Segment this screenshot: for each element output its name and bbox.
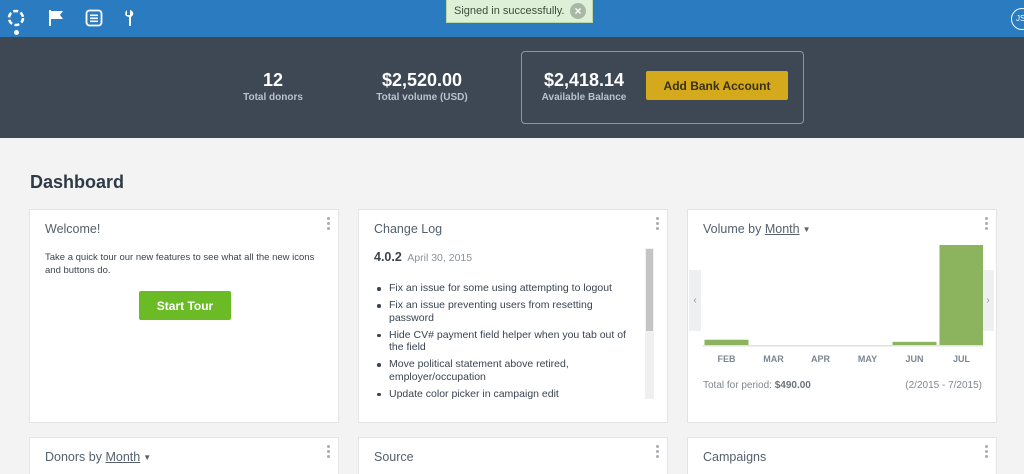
card-menu-icon[interactable] <box>656 217 659 232</box>
scrollbar-thumb[interactable] <box>646 249 653 331</box>
changelog-card: Change Log 4.0.2 April 30, 2015 Fix an i… <box>358 209 668 423</box>
period-total-label: Total for period: <box>703 380 772 391</box>
chevron-right-icon[interactable]: › <box>982 270 994 331</box>
chart-bar-jul[interactable] <box>939 245 984 345</box>
list-item: Move political statement above retired, … <box>374 358 636 383</box>
stats-band: 12 Total donors $2,520.00 Total volume (… <box>0 37 1024 138</box>
chevron-down-icon[interactable]: ▼ <box>143 453 151 462</box>
dashboard-ring-icon[interactable] <box>5 7 27 29</box>
wrench-icon[interactable] <box>120 7 142 29</box>
list-item: Fix an issue preventing users from reset… <box>374 299 636 324</box>
chevron-down-icon[interactable]: ▼ <box>803 225 811 234</box>
x-tick-label: JUL <box>953 354 971 364</box>
x-tick-label: APR <box>811 354 831 364</box>
card-menu-icon[interactable] <box>327 445 330 460</box>
period-range: (2/2015 - 7/2015) <box>905 380 982 391</box>
welcome-card: Welcome! Take a quick tour our new featu… <box>29 209 339 423</box>
total-donors-label: Total donors <box>243 92 303 103</box>
welcome-text: Take a quick tour our new features to se… <box>45 252 315 276</box>
version-number: 4.0.2 <box>374 250 402 264</box>
chart-bar-feb[interactable] <box>704 339 749 345</box>
list-item: Fix an issue for some using attempting t… <box>374 282 636 295</box>
donors-title-prefix: Donors by <box>45 450 102 464</box>
volume-card-title: Volume by Month ▼ <box>703 222 811 236</box>
available-balance-value: $2,418.14 <box>543 70 625 90</box>
list-icon[interactable] <box>83 7 105 29</box>
list-item: Hide CV# payment field helper when you t… <box>374 329 636 354</box>
close-icon[interactable]: × <box>570 3 586 19</box>
total-volume-value: $2,520.00 <box>381 70 463 90</box>
chart-baseline <box>703 345 983 347</box>
volume-bar-chart: FEB MAR APR MAY JUN JUL <box>703 245 984 364</box>
period-total: Total for period: $490.00 <box>703 380 811 391</box>
donors-period-dropdown[interactable]: Month <box>105 450 140 464</box>
chevron-left-icon[interactable]: ‹ <box>689 270 701 331</box>
volume-title-prefix: Volume by <box>703 222 762 236</box>
available-balance-label: Available Balance <box>541 92 627 103</box>
volume-card: Volume by Month ▼ ‹ › FEB MAR APR MAY JUN JUL … <box>687 209 997 423</box>
flag-icon[interactable] <box>45 7 67 29</box>
changelog-scrollbar[interactable] <box>645 248 654 399</box>
changelog-list: Fix an issue for some using attempting t… <box>374 282 636 400</box>
period-total-value: $490.00 <box>774 380 811 391</box>
volume-period-dropdown[interactable]: Month <box>765 222 800 236</box>
version-date: April 30, 2015 <box>407 252 473 264</box>
campaigns-card: Campaigns <box>687 437 997 474</box>
total-donors-value: 12 <box>262 70 284 90</box>
top-nav-bar: Signed in successfully. × JS <box>0 0 1024 37</box>
chart-bar-jun[interactable] <box>892 341 937 345</box>
add-bank-account-button[interactable]: Add Bank Account <box>646 71 788 100</box>
start-tour-button[interactable]: Start Tour <box>139 291 231 320</box>
changelog-card-title: Change Log <box>374 222 443 236</box>
card-menu-icon[interactable] <box>656 445 659 460</box>
user-avatar[interactable]: JS <box>1011 8 1024 30</box>
campaigns-card-title: Campaigns <box>703 450 767 464</box>
card-menu-icon[interactable] <box>985 217 988 232</box>
changelog-version: 4.0.2 April 30, 2015 <box>374 250 472 264</box>
toast-message: Signed in successfully. <box>454 5 565 17</box>
donors-card-title: Donors by Month ▼ <box>45 450 151 464</box>
available-balance-stat: $2,418.14 Available Balance <box>532 69 636 105</box>
welcome-card-title: Welcome! <box>45 222 101 236</box>
page-title: Dashboard <box>30 172 125 192</box>
x-tick-label: MAY <box>858 354 877 364</box>
total-volume-label: Total volume (USD) <box>376 92 468 103</box>
total-donors-stat: 12 Total donors <box>236 69 310 105</box>
donors-card: Donors by Month ▼ <box>29 437 339 474</box>
card-menu-icon[interactable] <box>985 445 988 460</box>
signed-in-toast: Signed in successfully. × <box>446 0 593 23</box>
list-item: Update color picker in campaign edit <box>374 388 636 401</box>
source-card-title: Source <box>374 450 414 464</box>
card-menu-icon[interactable] <box>327 217 330 232</box>
x-tick-label: JUN <box>905 354 923 364</box>
total-volume-stat: $2,520.00 Total volume (USD) <box>366 69 478 105</box>
source-card: Source <box>358 437 668 474</box>
active-nav-indicator <box>14 30 19 35</box>
x-tick-label: FEB <box>718 354 737 364</box>
x-tick-label: MAR <box>763 354 784 364</box>
